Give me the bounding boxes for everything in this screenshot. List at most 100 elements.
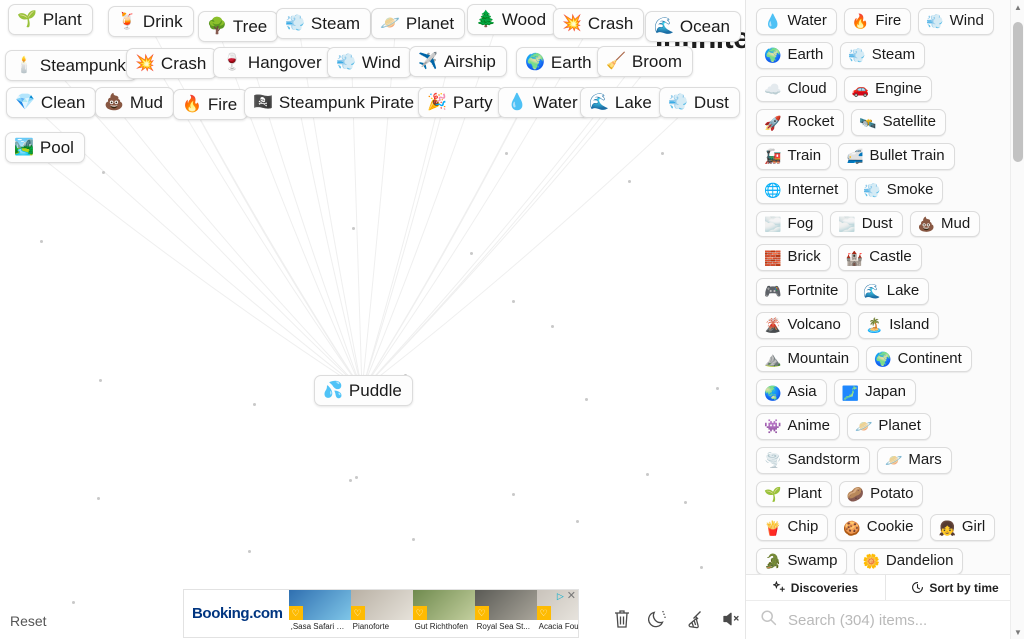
sidebar-item[interactable]: 💨 Steam xyxy=(840,41,926,69)
canvas-item-pill[interactable]: ✈️ Airship xyxy=(409,46,507,78)
heart-icon[interactable]: ♡ xyxy=(288,606,303,620)
ad-card[interactable]: ♡ Gut Richthofen xyxy=(412,590,475,637)
canvas-item-pill[interactable]: 🔥 Fire xyxy=(173,89,249,121)
sidebar-item[interactable]: 🍟 Chip xyxy=(756,514,829,541)
moon-icon[interactable] xyxy=(648,608,670,632)
canvas-item-pill[interactable]: 🧹 Broom xyxy=(597,46,693,78)
canvas-item-pill[interactable]: 💩 Mud xyxy=(95,87,174,119)
mute-icon[interactable] xyxy=(720,608,742,632)
crafting-canvas[interactable]: Infinite Craft 🌱Plant🍹Drink🌳Tree💨Steam🪐P… xyxy=(0,0,745,639)
sidebar-item[interactable]: 🪐 Planet xyxy=(846,413,931,440)
canvas-item[interactable]: 🧹 Broom xyxy=(597,46,693,78)
canvas-item[interactable]: 💧 Water xyxy=(498,87,589,119)
canvas-item[interactable]: 💨 Wind xyxy=(327,47,412,79)
canvas-item-pill[interactable]: 💎 Clean xyxy=(6,87,97,119)
canvas-item-pill[interactable]: 🏞️ Pool xyxy=(5,132,85,164)
canvas-item-pill[interactable]: 🌍 Earth xyxy=(516,47,603,79)
canvas-item[interactable]: 💦 Puddle xyxy=(314,375,413,407)
sidebar-scrollbar[interactable]: ▲ ▼ xyxy=(1010,0,1024,639)
canvas-item-pill[interactable]: 🌱 Plant xyxy=(8,4,93,36)
canvas-item[interactable]: 💩 Mud xyxy=(95,87,174,119)
sidebar-item[interactable]: 🥔 Potato xyxy=(838,480,924,508)
ad-card[interactable]: ♡ Royal Sea St... xyxy=(474,590,537,637)
tab-sort-by-time[interactable]: Sort by time xyxy=(885,575,1024,600)
heart-icon[interactable]: ♡ xyxy=(412,606,427,620)
canvas-item[interactable]: 🌳 Tree xyxy=(198,11,279,43)
sidebar-item[interactable]: 🚅 Bullet Train xyxy=(838,143,955,170)
sidebar-item[interactable]: 🌫️ Fog xyxy=(756,210,824,238)
canvas-item-pill[interactable]: 💨 Dust xyxy=(659,87,740,119)
sidebar-item[interactable]: 🌱 Plant xyxy=(756,480,832,508)
search-input[interactable] xyxy=(786,610,1004,630)
canvas-item-pill[interactable]: 💥 Crash xyxy=(126,48,218,80)
canvas-item-pill[interactable]: 🪐 Planet xyxy=(371,8,466,40)
sidebar-item[interactable]: 🌼 Dandelion xyxy=(854,548,964,574)
sidebar-item[interactable]: 🚀 Rocket xyxy=(756,109,845,136)
trash-icon[interactable] xyxy=(612,608,634,632)
sidebar-item[interactable]: 🚗 Engine xyxy=(843,75,932,103)
canvas-item[interactable]: 🕯️ Steampunk xyxy=(5,50,137,82)
sidebar-item[interactable]: 🐊 Swamp xyxy=(756,548,848,574)
canvas-item[interactable]: 💥 Crash xyxy=(553,8,645,40)
search-bar[interactable] xyxy=(746,600,1024,639)
canvas-item[interactable]: 🌊 Ocean xyxy=(645,11,742,43)
canvas-item-pill[interactable]: 🌊 Ocean xyxy=(645,11,742,43)
reset-button[interactable]: Reset xyxy=(10,613,47,629)
canvas-item-pill[interactable]: 🌊 Lake xyxy=(580,87,663,119)
canvas-item-pill[interactable]: 💧 Water xyxy=(498,87,589,119)
canvas-item[interactable]: 💨 Dust xyxy=(659,87,740,119)
sidebar-item[interactable]: 🌍 Earth xyxy=(756,41,834,69)
canvas-item-pill[interactable]: 🍷 Hangover xyxy=(213,47,333,79)
canvas-item-pill[interactable]: 🌳 Tree xyxy=(198,11,279,43)
canvas-item-pill[interactable]: 🎉 Party xyxy=(418,87,504,119)
sidebar-item[interactable]: 🎮 Fortnite xyxy=(756,278,849,305)
heart-icon[interactable]: ♡ xyxy=(474,606,489,620)
sidebar-item[interactable]: 🏰 Castle xyxy=(837,244,922,271)
canvas-item[interactable]: 🌍 Earth xyxy=(516,47,603,79)
sidebar-item-list[interactable]: 💧 Water 🔥 Fire 💨 Wind 🌍 Earth 💨 Steam ☁️ Cloud 🚗 Engi… xyxy=(746,0,1024,574)
canvas-item-pill[interactable]: 🕯️ Steampunk xyxy=(5,50,137,82)
sidebar-item[interactable]: 🧱 Brick xyxy=(756,244,831,271)
ad-card[interactable]: ♡ Pianoforte xyxy=(350,590,413,637)
sidebar-item[interactable]: 🌫️ Dust xyxy=(830,210,903,238)
canvas-item[interactable]: 🏞️ Pool xyxy=(5,132,85,164)
canvas-item[interactable]: 🎉 Party xyxy=(418,87,504,119)
sidebar-item[interactable]: 💨 Smoke xyxy=(855,176,944,204)
canvas-item-pill[interactable]: 💥 Crash xyxy=(553,8,645,40)
ad-card[interactable]: ♡ ,Sasa Safari C... xyxy=(288,590,351,637)
canvas-item[interactable]: 💥 Crash xyxy=(126,48,218,80)
sidebar-item[interactable]: 🌪️ Sandstorm xyxy=(756,446,870,474)
canvas-item[interactable]: 🌱 Plant xyxy=(8,4,93,36)
canvas-item-pill[interactable]: 🏴‍☠️ Steampunk Pirate xyxy=(244,87,426,119)
canvas-item[interactable]: 🏴‍☠️ Steampunk Pirate xyxy=(244,87,426,119)
sidebar-item[interactable]: 🏝️ Island xyxy=(857,311,940,339)
scrollbar-up-arrow[interactable]: ▲ xyxy=(1011,0,1024,14)
ad-banner[interactable]: Booking.com ♡ ,Sasa Safari C... ♡ Pianofort… xyxy=(183,589,579,638)
broom-icon[interactable] xyxy=(684,608,706,632)
sidebar-item[interactable]: 🔥 Fire xyxy=(843,8,912,35)
sidebar-item[interactable]: 🗾 Japan xyxy=(833,379,916,406)
canvas-item-pill[interactable]: 💨 Wind xyxy=(327,47,412,79)
canvas-item[interactable]: 🌊 Lake xyxy=(580,87,663,119)
ad-close-icon[interactable]: ✕ xyxy=(567,591,576,602)
sidebar-item[interactable]: 🍪 Cookie xyxy=(835,514,924,541)
canvas-item[interactable]: 🍹 Drink xyxy=(108,6,194,38)
heart-icon[interactable]: ♡ xyxy=(536,606,551,620)
canvas-item[interactable]: 💨 Steam xyxy=(276,8,372,40)
sidebar-item[interactable]: 👧 Girl xyxy=(930,514,996,541)
canvas-item-pill[interactable]: 💦 Puddle xyxy=(314,375,413,407)
canvas-item-pill[interactable]: 💨 Steam xyxy=(276,8,372,40)
adchoices-icon[interactable]: ▷ xyxy=(557,591,564,602)
canvas-item[interactable]: 🍷 Hangover xyxy=(213,47,333,79)
canvas-item[interactable]: 💎 Clean xyxy=(6,87,97,119)
sidebar-item[interactable]: 🌐 Internet xyxy=(756,176,849,204)
heart-icon[interactable]: ♡ xyxy=(350,606,365,620)
tab-discoveries[interactable]: Discoveries xyxy=(746,575,885,600)
sidebar-item[interactable]: 💩 Mud xyxy=(909,210,981,238)
sidebar-item[interactable]: ⛰️ Mountain xyxy=(756,345,860,373)
sidebar-item[interactable]: ☁️ Cloud xyxy=(756,75,837,103)
sidebar-item[interactable]: 🌏 Asia xyxy=(756,379,827,406)
canvas-item[interactable]: 🪐 Planet xyxy=(371,8,466,40)
canvas-item[interactable]: 🔥 Fire xyxy=(173,89,249,121)
sidebar-item[interactable]: 👾 Anime xyxy=(756,413,840,440)
